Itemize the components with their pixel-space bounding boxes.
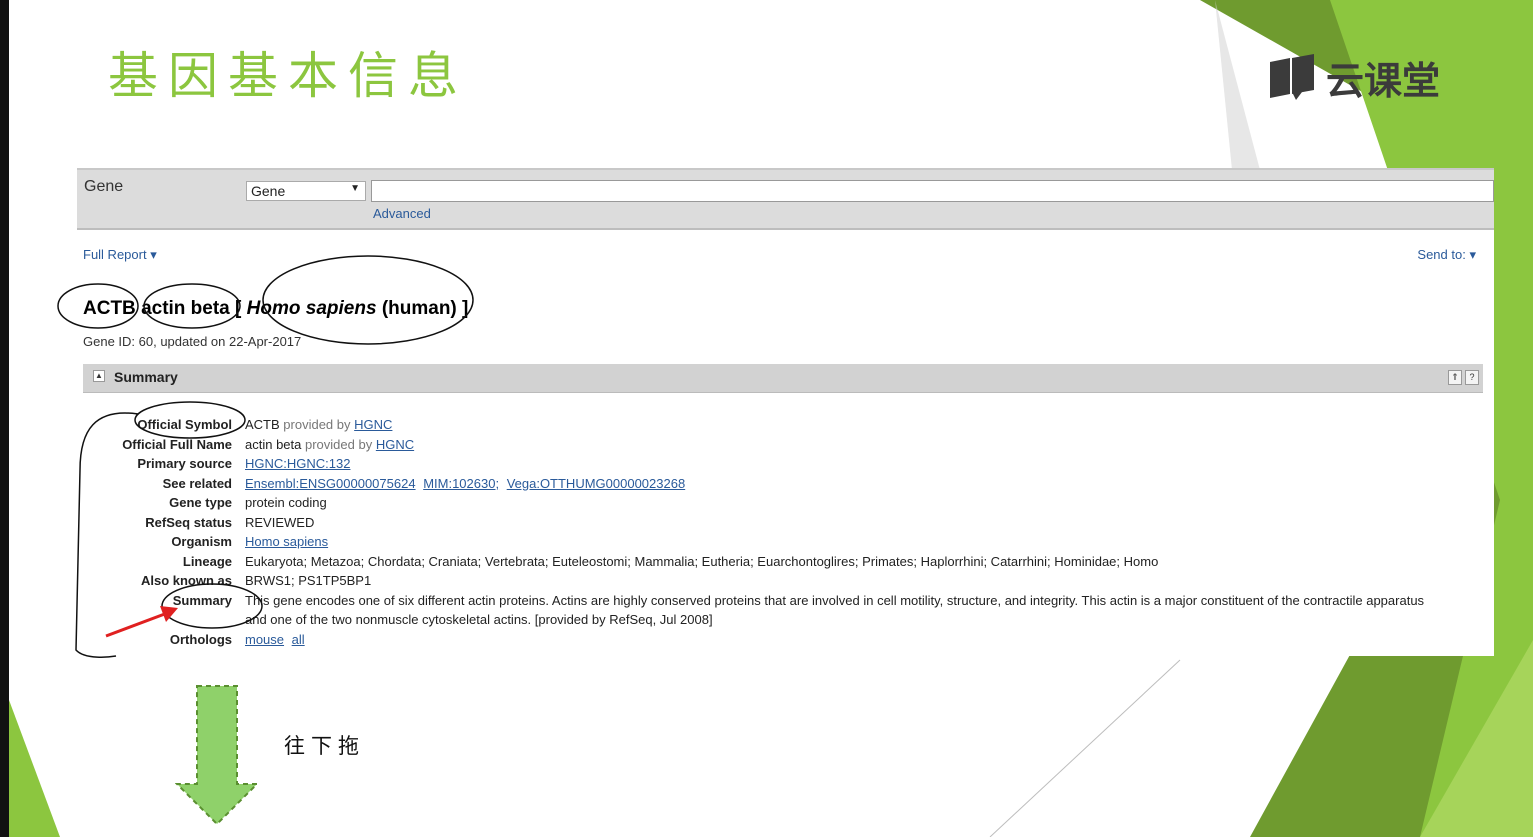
row-official-full-name: Official Full Name actin beta provided b… (77, 435, 1477, 455)
row-gene-type: Gene type protein coding (77, 493, 1477, 513)
row-key: RefSeq status (145, 514, 232, 530)
row-value: REVIEWED (245, 514, 315, 530)
gene-organism: Homo sapiens (246, 298, 377, 319)
gene-organism-common: (human) (381, 298, 457, 319)
row-value: protein coding (245, 495, 327, 510)
row-value: BRWS1; PS1TP5BP1 (245, 573, 372, 588)
official-symbol-value: ACTB (245, 417, 280, 432)
row-orthologs: Orthologs mouse all (77, 630, 1477, 650)
summary-details: Official Symbol ACTB provided by HGNC Of… (77, 415, 1477, 649)
row-value: This gene encodes one of six different a… (245, 592, 1425, 628)
row-also-known-as: Also known as BRWS1; PS1TP5BP1 (77, 571, 1477, 591)
book-icon (1270, 54, 1314, 100)
database-label: Gene (84, 178, 124, 195)
row-official-symbol: Official Symbol ACTB provided by HGNC (77, 415, 1477, 435)
row-organism: Organism Homo sapiens (77, 532, 1477, 552)
gene-title: ACTB actin beta [ Homo sapiens (human) ] (83, 298, 468, 320)
drag-hint-text: 往下拖 (284, 734, 365, 758)
summary-section-label: Summary (114, 369, 178, 385)
bracket-close: ] (462, 298, 469, 319)
gene-symbol: ACTB (83, 298, 136, 319)
hgnc-link[interactable]: HGNC (376, 437, 414, 452)
full-report-label: Full Report (83, 247, 147, 262)
row-refseq-status: RefSeq status REVIEWED (77, 513, 1477, 533)
collapse-icon[interactable]: ▲ (93, 370, 105, 382)
row-key: Organism (171, 534, 232, 549)
row-key: Orthologs (169, 631, 232, 647)
row-summary: Summary This gene encodes one of six dif… (77, 591, 1477, 630)
search-bar: Gene Gene ▼ Advanced (77, 168, 1494, 230)
mim-link[interactable]: MIM:102630; (423, 476, 499, 491)
provided-by-text: provided by (305, 436, 373, 452)
summary-section-header[interactable]: ▲ Summary ⇑ ? (83, 364, 1483, 393)
all-orthologs-link[interactable]: all (292, 632, 305, 647)
primary-source-link[interactable]: HGNC:HGNC:132 (245, 456, 350, 471)
gene-name: actin beta (141, 298, 230, 319)
send-to-menu[interactable]: Send to: ▾ (1417, 247, 1476, 263)
row-see-related: See related Ensembl:ENSG00000075624 MIM:… (77, 474, 1477, 494)
caret-down-icon: ▾ (1469, 247, 1476, 262)
row-value: Homo sapiens (245, 532, 1425, 552)
advanced-search-link[interactable]: Advanced (373, 206, 431, 221)
row-value: mouse all (245, 630, 1425, 650)
hgnc-link[interactable]: HGNC (354, 417, 392, 432)
database-select[interactable]: Gene ▼ (246, 181, 366, 201)
bracket-open: [ (235, 298, 242, 319)
database-select-value: Gene (251, 183, 286, 199)
provided-by-text: provided by (283, 417, 351, 432)
row-value: actin beta provided by HGNC (245, 435, 1425, 455)
row-key: Summary (172, 592, 232, 608)
row-value: ACTB provided by HGNC (245, 415, 1425, 435)
row-primary-source: Primary source HGNC:HGNC:132 (77, 454, 1477, 474)
bg-shape-bottom-left (9, 700, 60, 837)
official-full-name-value: actin beta (245, 436, 302, 452)
row-key: Official Full Name (122, 436, 232, 452)
move-up-icon[interactable]: ⇑ (1448, 370, 1462, 385)
ncbi-gene-page: Gene Gene ▼ Advanced Full Report ▾ Send … (77, 168, 1494, 656)
help-icon[interactable]: ? (1465, 370, 1479, 385)
ensembl-link[interactable]: Ensembl:ENSG00000075624 (245, 476, 416, 491)
logo: 云课堂 (1268, 52, 1441, 103)
gene-meta: Gene ID: 60, updated on 22-Apr-2017 (83, 334, 302, 349)
logo-text: 云课堂 (1326, 58, 1441, 103)
section-tools: ⇑ ? (1448, 370, 1479, 385)
row-value: Eukaryota; Metazoa; Chordata; Craniata; … (245, 553, 1159, 569)
slide-title: 基因基本信息 (108, 47, 468, 105)
row-lineage: Lineage Eukaryota; Metazoa; Chordata; Cr… (77, 552, 1477, 572)
caret-down-icon: ▾ (150, 247, 157, 262)
send-to-label: Send to: (1417, 247, 1466, 262)
row-value: HGNC:HGNC:132 (245, 454, 1425, 474)
full-report-menu[interactable]: Full Report ▾ (83, 247, 157, 263)
organism-link[interactable]: Homo sapiens (245, 534, 328, 549)
dropdown-arrow-icon: ▼ (350, 183, 360, 194)
vega-link[interactable]: Vega:OTTHUMG00000023268 (507, 476, 686, 491)
row-key: Lineage (182, 553, 232, 569)
search-input[interactable] (371, 180, 1494, 202)
mouse-ortholog-link[interactable]: mouse (245, 632, 284, 647)
row-key: Primary source (137, 456, 232, 471)
row-key: Also known as (140, 573, 232, 588)
bg-line-diagonal (989, 659, 1181, 837)
row-key: Official Symbol (137, 417, 232, 432)
row-key: See related (162, 475, 232, 491)
row-key: Gene type (169, 495, 232, 510)
down-arrow-icon (175, 685, 259, 826)
row-value: Ensembl:ENSG00000075624 MIM:102630; Vega… (245, 474, 1425, 494)
